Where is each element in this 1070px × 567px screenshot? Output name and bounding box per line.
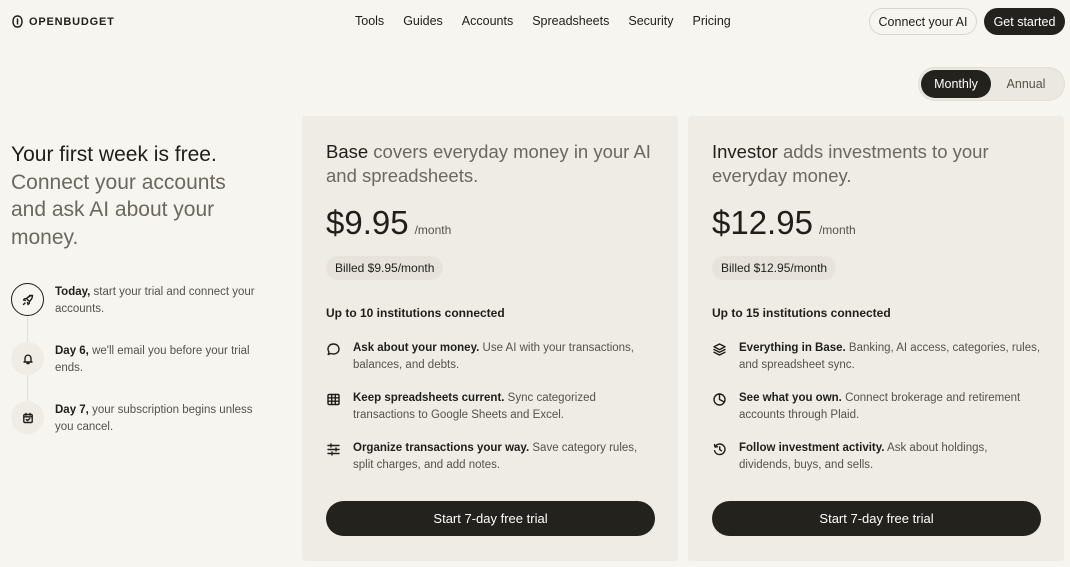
- brand-logo[interactable]: OPENBUDGET: [12, 15, 115, 28]
- sliders-icon: [327, 443, 340, 456]
- timeline-marker: [11, 283, 44, 316]
- billing-toggle: Monthly Annual: [918, 67, 1065, 101]
- timeline-title: Today,: [55, 286, 91, 298]
- connect-ai-button[interactable]: Connect your AI: [869, 8, 977, 35]
- nav-guides[interactable]: Guides: [403, 14, 443, 28]
- nav-security[interactable]: Security: [628, 14, 673, 28]
- plan-tagline: covers everyday money in your AI and spr…: [326, 141, 651, 186]
- feature-title: Everything in Base.: [739, 342, 846, 354]
- billed-badge: Billed $12.95/month: [712, 256, 837, 280]
- price-amount: $9.95: [326, 204, 409, 241]
- nav-spreadsheets[interactable]: Spreadsheets: [532, 14, 609, 28]
- rocket-icon: [22, 294, 33, 305]
- feature-text: Keep spreadsheets current. Sync categori…: [353, 390, 655, 424]
- chat-bubble-icon: [327, 343, 340, 356]
- feature-title: Ask about your money.: [353, 342, 480, 354]
- nav-tools[interactable]: Tools: [355, 14, 384, 28]
- main-nav: Tools Guides Accounts Spreadsheets Secur…: [355, 14, 731, 28]
- billed-badge: Billed $9.95/month: [326, 256, 444, 280]
- nav-accounts[interactable]: Accounts: [462, 14, 513, 28]
- billing-monthly-option[interactable]: Monthly: [921, 70, 991, 98]
- get-started-button[interactable]: Get started: [984, 8, 1065, 35]
- logo-icon: [12, 15, 23, 28]
- hero-rest: Connect your accounts and ask AI about y…: [11, 170, 226, 249]
- nav-pricing[interactable]: Pricing: [693, 14, 731, 28]
- plan-name: Base: [326, 141, 369, 162]
- plan-card-base: Base covers everyday money in your AI an…: [302, 116, 678, 561]
- institutions-limit: Up to 15 institutions connected: [712, 306, 891, 320]
- table-icon: [327, 393, 340, 406]
- timeline-marker: [11, 401, 44, 434]
- plan-heading: Base covers everyday money in your AI an…: [326, 140, 661, 188]
- calendar-check-icon: [22, 412, 33, 423]
- layers-icon: [713, 343, 726, 356]
- feature-text: Ask about your money. Use AI with your t…: [353, 340, 655, 374]
- institutions-limit: Up to 10 institutions connected: [326, 306, 505, 320]
- timeline-text: Day 7, your subscription begins unless y…: [55, 402, 255, 436]
- brand-name: OPENBUDGET: [29, 15, 115, 28]
- plan-name: Investor: [712, 141, 778, 162]
- plan-price: $9.95 /month: [326, 204, 451, 242]
- history-icon: [713, 443, 726, 456]
- bell-icon: [22, 354, 33, 364]
- feature-title: Follow investment activity.: [739, 442, 885, 454]
- hero-heading: Your first week is free. Connect your ac…: [11, 141, 241, 251]
- feature-text: Follow investment activity. Ask about ho…: [739, 440, 1041, 474]
- feature-title: Keep spreadsheets current.: [353, 392, 505, 404]
- feature-text: Everything in Base. Banking, AI access, …: [739, 340, 1041, 374]
- plan-price: $12.95 /month: [712, 204, 856, 242]
- pie-chart-icon: [713, 393, 726, 406]
- feature-text: See what you own. Connect brokerage and …: [739, 390, 1041, 424]
- timeline-marker: [11, 342, 44, 375]
- billing-annual-option[interactable]: Annual: [991, 70, 1061, 98]
- plan-card-investor: Investor adds investments to your everyd…: [688, 116, 1064, 561]
- feature-title: See what you own.: [739, 392, 842, 404]
- feature-title: Organize transactions your way.: [353, 442, 530, 454]
- timeline-title: Day 7,: [55, 404, 89, 416]
- plan-heading: Investor adds investments to your everyd…: [712, 140, 1047, 188]
- base-trial-button[interactable]: Start 7-day free trial: [326, 501, 655, 536]
- feature-text: Organize transactions your way. Save cat…: [353, 440, 655, 474]
- price-amount: $12.95: [712, 204, 813, 241]
- timeline-text: Today, start your trial and connect your…: [55, 284, 255, 318]
- investor-trial-button[interactable]: Start 7-day free trial: [712, 501, 1041, 536]
- timeline-text: Day 6, we'll email you before your trial…: [55, 343, 255, 377]
- hero-lead: Your first week is free.: [11, 143, 217, 166]
- price-period: /month: [414, 223, 452, 237]
- timeline-title: Day 6,: [55, 345, 89, 357]
- price-period: /month: [818, 223, 856, 237]
